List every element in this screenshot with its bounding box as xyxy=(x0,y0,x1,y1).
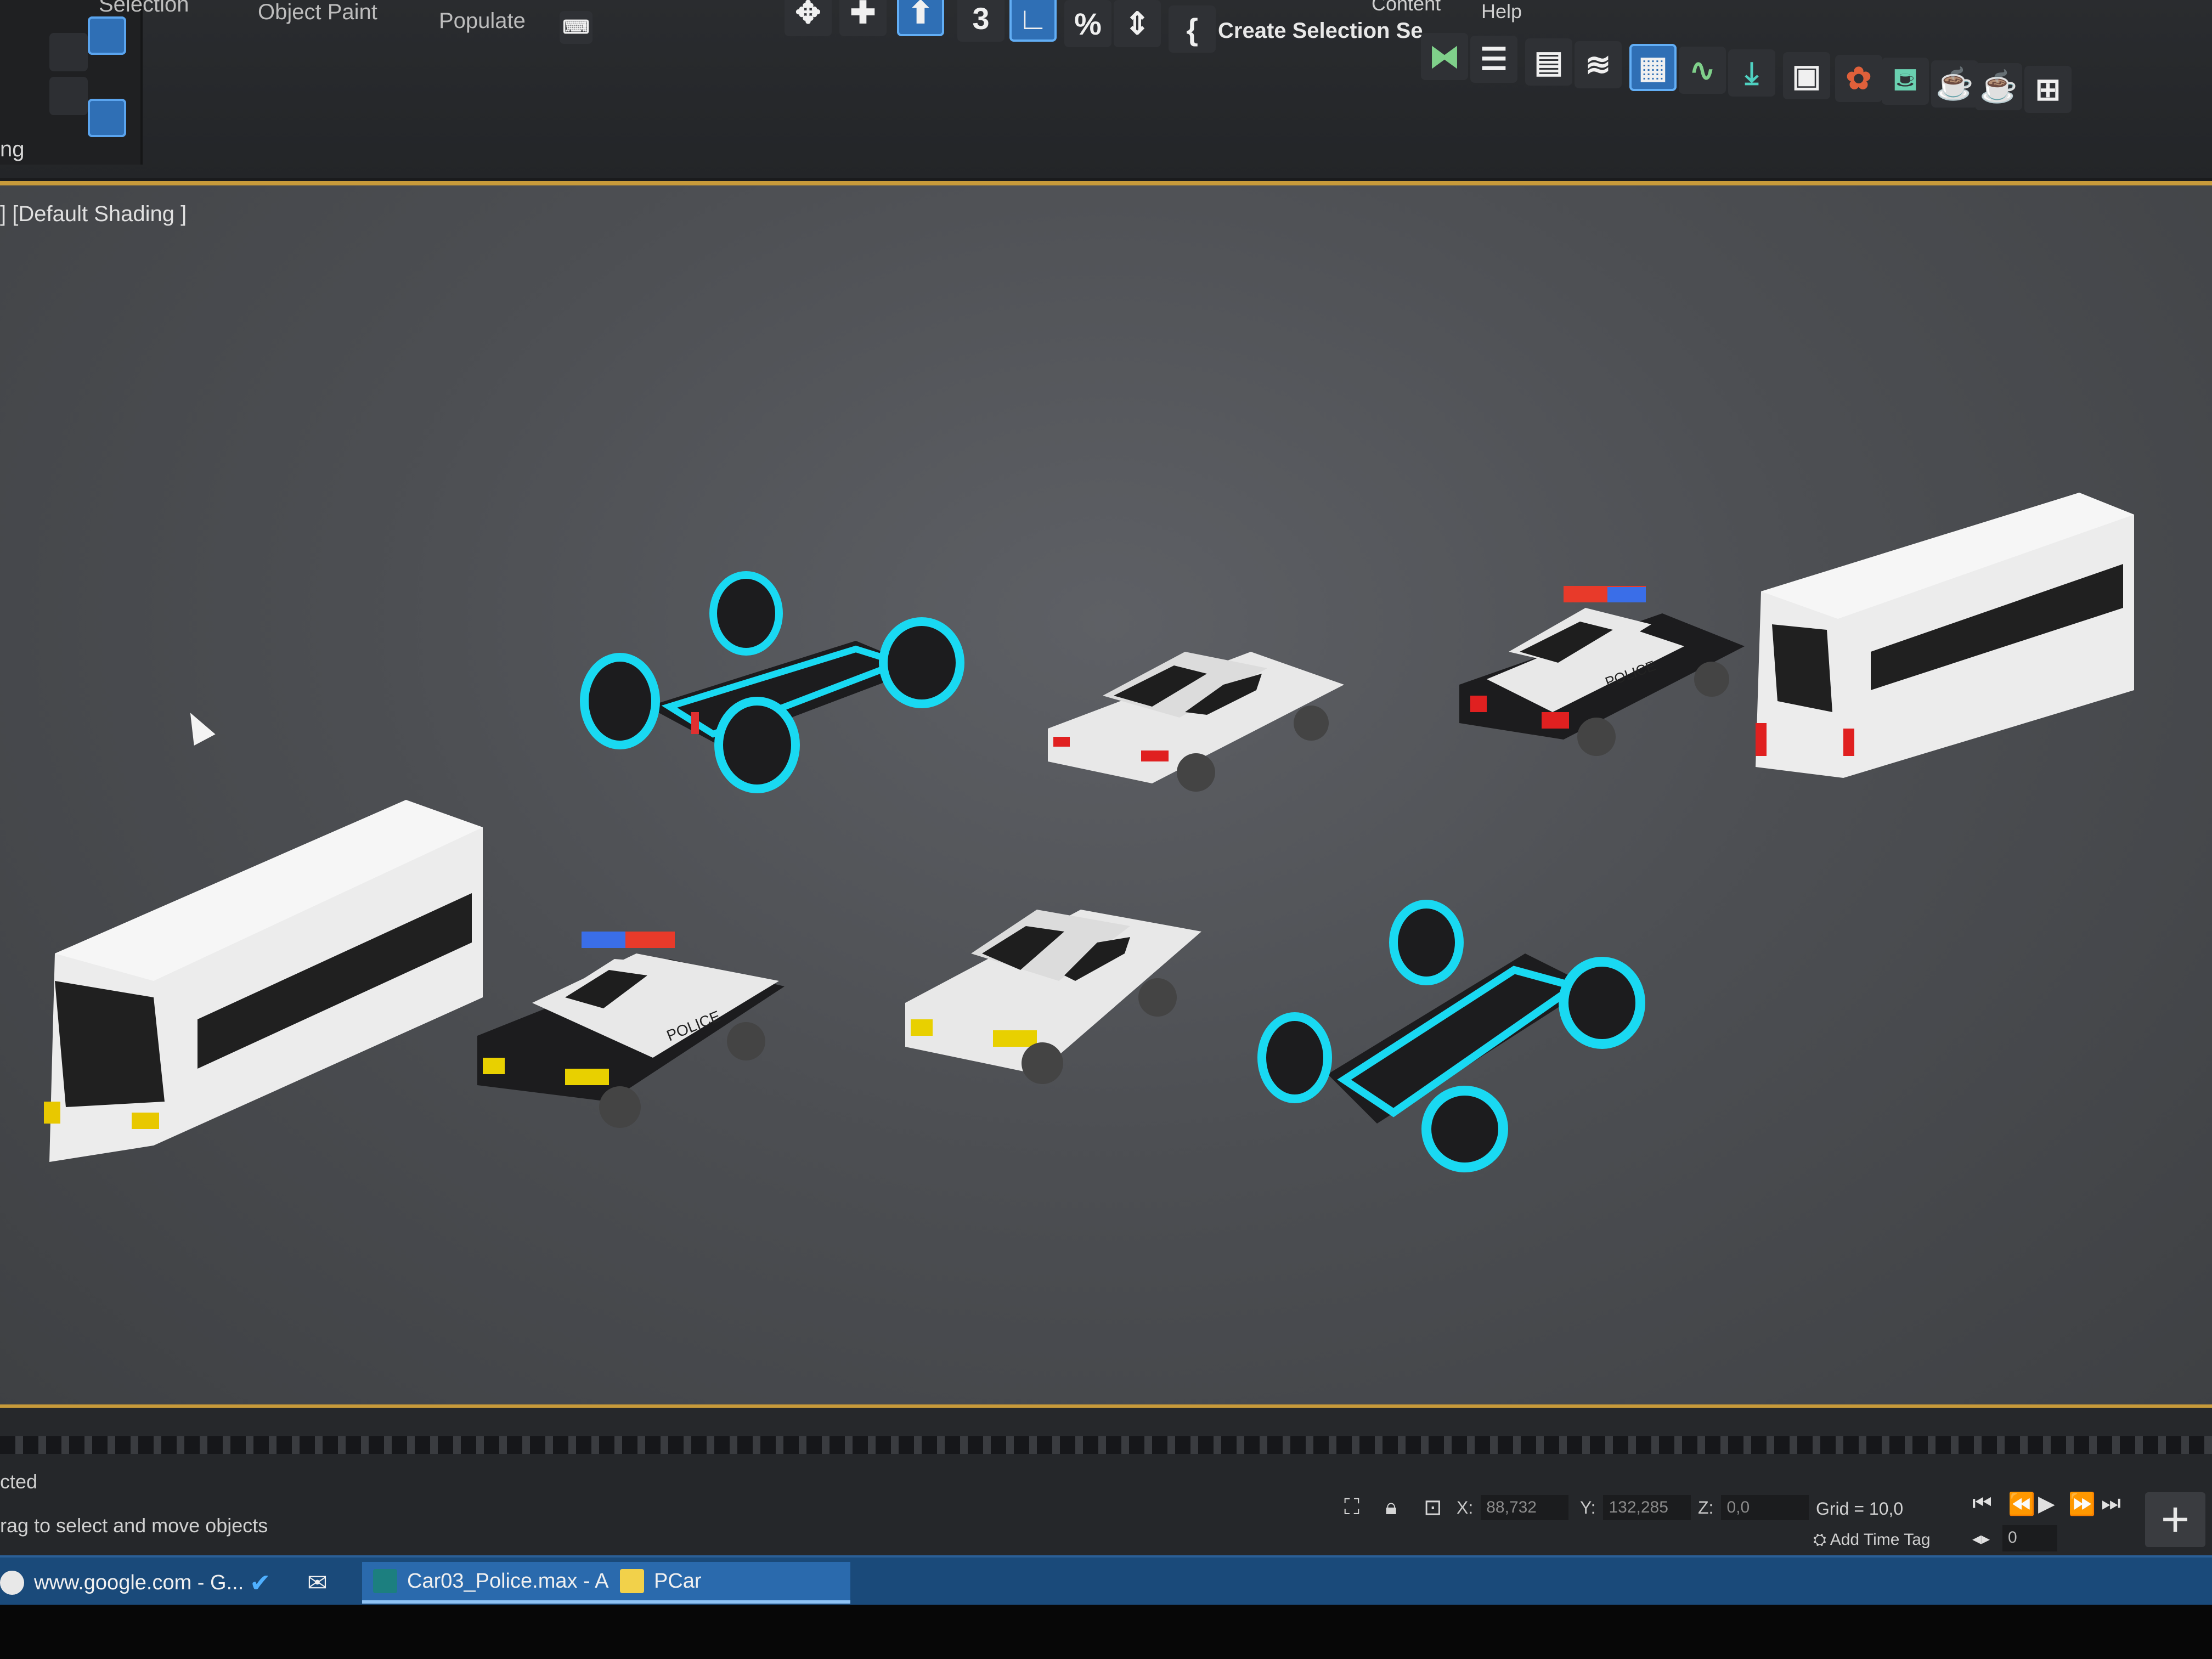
add-button[interactable]: + xyxy=(2145,1492,2205,1547)
futuristic-racer-model[interactable] xyxy=(571,571,998,793)
play-icon[interactable]: ▶ xyxy=(2038,1491,2055,1516)
viewport-shading-label[interactable]: ] [Default Shading ] xyxy=(0,202,187,227)
scene-explorer-icon[interactable]: ▤ xyxy=(1525,38,1572,86)
snap-3-icon[interactable]: 3 xyxy=(957,0,1005,42)
menu-content[interactable]: Content xyxy=(1372,0,1441,15)
white-sedan-model[interactable] xyxy=(1042,619,1350,800)
x-field[interactable]: 88,732 xyxy=(1481,1495,1569,1520)
y-label: Y: xyxy=(1580,1497,1596,1517)
render-iterative-icon[interactable]: ☕ xyxy=(1975,63,2022,110)
panel-button-active[interactable] xyxy=(88,99,126,137)
futuristic-racer-model[interactable] xyxy=(1251,900,1646,1172)
align-icon[interactable]: ☰ xyxy=(1470,36,1517,83)
track-bar[interactable] xyxy=(0,1404,2212,1455)
ribbon-icon[interactable]: ▦ xyxy=(1629,44,1677,91)
z-label: Z: xyxy=(1698,1497,1714,1517)
perspective-viewport[interactable]: ] [Default Shading ] POLICE POLICE xyxy=(0,181,2212,1432)
taskbar-item-browser[interactable]: www.google.com - G... xyxy=(0,1562,244,1604)
time-slider-ticks[interactable] xyxy=(0,1436,2212,1455)
white-bus-model[interactable] xyxy=(1750,482,2145,789)
create-selection-set-dropdown[interactable]: Create Selection Se xyxy=(1218,19,1423,43)
panel-button[interactable] xyxy=(49,77,88,115)
x-coordinate: X: 88,732 xyxy=(1457,1495,1569,1520)
curve-editor-icon[interactable]: ∿ xyxy=(1679,47,1726,94)
left-command-panel: ng xyxy=(0,0,143,165)
taskbar-item-mail[interactable]: ✉ xyxy=(307,1562,328,1604)
lock-icon[interactable]: 🔒︎ xyxy=(1385,1495,1397,1520)
previous-frame-icon[interactable]: ⏪ xyxy=(2008,1491,2035,1517)
z-field[interactable]: 0,0 xyxy=(1721,1495,1809,1520)
monitor-bezel xyxy=(0,1605,2212,1659)
taskbar-item-folder[interactable]: PCar xyxy=(609,1562,850,1604)
mirror-icon[interactable]: ⧓ xyxy=(1421,33,1468,80)
ribbon-tab-object-paint[interactable]: Object Paint xyxy=(258,0,377,25)
y-coordinate: Y: 132,285 xyxy=(1580,1495,1691,1520)
taskbar-item-tasks[interactable]: ✔ xyxy=(250,1562,271,1604)
mouse-cursor-icon xyxy=(179,707,216,746)
grid-size: Grid = 10,0 xyxy=(1816,1499,1904,1519)
percent-snap-icon[interactable]: % xyxy=(1064,0,1111,47)
prompt-line: rag to select and move objects xyxy=(0,1514,268,1537)
material-editor-icon[interactable]: ▣ xyxy=(1783,52,1830,99)
panel-button[interactable] xyxy=(49,33,88,71)
z-coordinate: Z: 0,0 xyxy=(1698,1495,1809,1520)
white-sedan-model[interactable] xyxy=(900,866,1207,1085)
police-car-model[interactable]: POLICE xyxy=(1454,575,1750,761)
select-move-icon[interactable]: ✥ xyxy=(785,0,832,36)
menu-help[interactable]: Help xyxy=(1481,0,1522,23)
main-toolbar: ng Selection Object Paint Populate ⌨ ✥ ✚… xyxy=(0,0,2212,181)
spinner-snap-icon[interactable]: ⇕ xyxy=(1114,0,1161,47)
browser-icon xyxy=(0,1571,24,1595)
3dsmax-icon xyxy=(373,1569,397,1593)
ribbon-tab-populate[interactable]: Populate xyxy=(439,9,526,33)
layer-explorer-icon[interactable]: ≋ xyxy=(1575,41,1622,88)
render-setup-icon[interactable]: ✿ xyxy=(1835,55,1882,102)
white-bus-model[interactable] xyxy=(22,783,494,1162)
go-to-start-icon[interactable]: ⏮ xyxy=(1972,1491,1992,1516)
render-icon[interactable]: ☕ xyxy=(1931,60,1978,108)
mail-icon: ✉ xyxy=(307,1569,328,1596)
windows-taskbar: www.google.com - G... ✔ ✉ Car03_Police.m… xyxy=(0,1555,2212,1605)
schematic-icon[interactable]: ⤓ xyxy=(1728,49,1775,97)
render-cloud-icon[interactable]: ⊞ xyxy=(2024,66,2072,113)
render-frame-icon[interactable]: ⛾ xyxy=(1882,58,1929,105)
next-frame-icon[interactable]: ⏩ xyxy=(2068,1491,2096,1517)
y-field[interactable]: 132,285 xyxy=(1603,1495,1691,1520)
named-selection-icon[interactable]: { xyxy=(1169,5,1216,53)
key-mode-icon[interactable]: ◂▸ xyxy=(1972,1528,1990,1549)
time-tag-icon: ⛭ xyxy=(1813,1531,1830,1549)
police-car-model[interactable]: POLICE xyxy=(472,904,790,1128)
panel-button-active[interactable] xyxy=(88,16,126,55)
add-time-tag[interactable]: ⛭ Add Time Tag xyxy=(1813,1531,1931,1549)
keyboard-icon[interactable]: ⌨ xyxy=(560,11,592,44)
move-icon[interactable]: ✚ xyxy=(839,0,887,36)
panel-dropdown-label[interactable]: ng xyxy=(0,137,25,162)
current-frame-field[interactable]: 0 xyxy=(2002,1525,2057,1551)
isolate-selection-icon[interactable]: ⛶ xyxy=(1344,1495,1359,1520)
select-region-icon[interactable]: ⬆ xyxy=(897,0,944,36)
selection-info: cted xyxy=(0,1470,38,1493)
ribbon-tab-selection[interactable]: Selection xyxy=(99,0,189,17)
angle-snap-icon[interactable]: ∟ xyxy=(1009,0,1057,42)
taskbar-item-3dsmax[interactable]: Car03_Police.max - A... xyxy=(362,1562,637,1604)
go-to-end-icon[interactable]: ⏭ xyxy=(2101,1491,2121,1516)
folder-icon xyxy=(620,1569,644,1593)
checkmark-icon: ✔ xyxy=(250,1568,271,1597)
absolute-mode-icon[interactable]: ⊡ xyxy=(1424,1495,1442,1520)
x-label: X: xyxy=(1457,1497,1474,1517)
